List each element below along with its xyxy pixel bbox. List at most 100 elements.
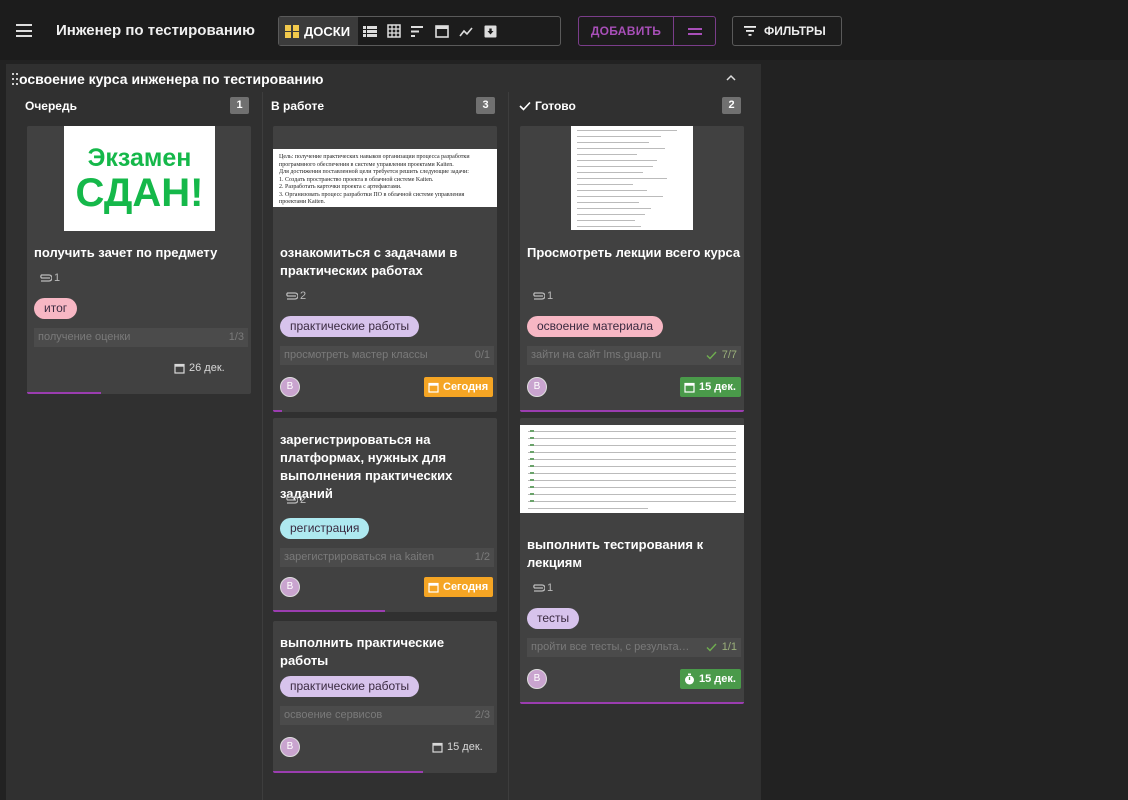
view-calendar-button[interactable] [430, 17, 454, 45]
cover-text: Цель: получение практических навыков орг… [279, 154, 470, 160]
due-date-text: Сегодня [443, 581, 489, 593]
board: освоение курса инженера по тестированию … [6, 64, 761, 800]
checklist-count: 1/3 [228, 331, 244, 343]
card-tag[interactable]: итог [34, 298, 78, 319]
checklist[interactable]: просмотреть мастер классы 0/1 [280, 346, 494, 365]
attachments-count: 1 [54, 272, 61, 284]
calendar-icon [684, 382, 695, 393]
card[interactable]: Цель: получение практических навыков орг… [273, 126, 497, 412]
table-icon [387, 24, 401, 38]
card-title: выполнить тестирования к лекциям [527, 537, 704, 570]
attachments: 1 [531, 290, 553, 302]
view-table-button[interactable] [382, 17, 406, 45]
card-title: ознакомиться с задачами в практических р… [280, 245, 458, 278]
due-date[interactable]: 15 дек. [428, 737, 488, 757]
view-list-button[interactable] [358, 17, 382, 45]
card[interactable]: Экзамен СДАН! получить зачет по предмету… [27, 126, 251, 394]
cover-text: СДАН! [75, 170, 204, 215]
checklist-name: пройти все тесты, с результатом выше 80% [531, 641, 691, 653]
cover-text: 2. Разработать карточки проекта с артефа… [279, 184, 402, 190]
card-cover [520, 126, 744, 236]
card-tag[interactable]: практические работы [280, 676, 420, 697]
card[interactable]: Просмотреть лекции всего курса 1 освоени… [520, 126, 744, 412]
view-archive-button[interactable] [478, 17, 502, 45]
checklist[interactable]: освоение сервисов 2/3 [280, 706, 494, 725]
view-boards-button[interactable]: ДОСКИ [279, 17, 359, 45]
avatar[interactable]: В [527, 377, 547, 397]
chart-line-icon [459, 26, 473, 36]
avatar[interactable]: В [280, 377, 300, 397]
due-date-badge[interactable]: 15 дек. [680, 377, 741, 397]
list-icon [363, 25, 378, 37]
cover-image: Цель: получение практических навыков орг… [273, 149, 497, 207]
attachments-count: 2 [300, 290, 307, 302]
top-bar: Инженер по тестированию ДОСКИ ДОБАВИТЬ Ф… [0, 0, 1128, 60]
add-menu-button[interactable] [674, 17, 715, 45]
checklist[interactable]: зарегистрироваться на kaiten 1/2 [280, 548, 494, 567]
cover-image [571, 126, 693, 230]
column-count: 2 [722, 97, 741, 114]
calendar-icon [428, 382, 439, 393]
card-progress-bar [273, 410, 282, 412]
filters-button[interactable]: ФИЛЬТРЫ [732, 16, 842, 46]
attachments: 2 [284, 290, 306, 302]
column-header-done[interactable]: Готово [519, 99, 576, 113]
paperclip-icon [533, 584, 545, 592]
checklist-name: освоение сервисов [284, 709, 383, 721]
card[interactable]: выполнить практические работы практическ… [273, 621, 497, 773]
cover-text: проектами Kaiten. [279, 199, 326, 205]
card[interactable]: выполнить тестирования к лекциям 1 тесты… [520, 418, 744, 704]
avatar[interactable]: В [527, 669, 547, 689]
attachments-count: 1 [547, 290, 554, 302]
checklist[interactable]: пройти все тесты, с результатом выше 80%… [527, 638, 741, 657]
column-title: Готово [535, 99, 576, 113]
checklist-count: 1/1 [721, 641, 737, 653]
card-cover [520, 418, 744, 528]
calendar-icon [428, 582, 439, 593]
avatar[interactable]: В [280, 737, 300, 757]
card-cover: Экзамен СДАН! [27, 126, 251, 236]
column-title: В работе [271, 99, 324, 113]
card[interactable]: зарегистрироваться на платформах, нужных… [273, 418, 497, 612]
checklist-count: 2/3 [474, 709, 490, 721]
card-progress-bar [520, 410, 744, 412]
view-switcher: ДОСКИ [278, 16, 561, 46]
view-report-button[interactable] [454, 17, 478, 45]
timeline-icon [411, 25, 424, 37]
menu-icon[interactable] [16, 24, 32, 37]
check-icon [706, 643, 717, 652]
checklist-name: просмотреть мастер классы [284, 349, 428, 361]
drag-handle-icon[interactable] [12, 73, 18, 85]
card-tag[interactable]: практические работы [280, 316, 420, 337]
cover-text: Для достижения поставленной цели требует… [279, 169, 469, 175]
due-date[interactable]: 26 дек. [170, 358, 230, 378]
column-header-in-progress[interactable]: В работе [271, 99, 324, 113]
board-title: освоение курса инженера по тестированию [19, 71, 324, 87]
checklist-count: 7/7 [721, 349, 737, 361]
cover-text: 3. Организовать процесс разработки ПО в … [279, 191, 465, 198]
add-button[interactable]: ДОБАВИТЬ [579, 17, 674, 45]
checklist[interactable]: зайти на сайт lms.guap.ru 7/7 [527, 346, 741, 365]
checklist[interactable]: получение оценки 1/3 [34, 328, 248, 347]
column-title: Очередь [25, 99, 77, 113]
column-divider [508, 92, 509, 800]
column-header-queue[interactable]: Очередь [25, 99, 77, 113]
due-date-badge[interactable]: 15 дек. [680, 669, 741, 689]
card-tag[interactable]: тесты [527, 608, 580, 629]
due-date-text: 15 дек. [447, 741, 483, 753]
checklist-name: зайти на сайт lms.guap.ru [531, 349, 662, 361]
card-tag[interactable]: регистрация [280, 518, 370, 539]
chevron-up-icon[interactable] [726, 74, 736, 81]
attachments-count: 1 [547, 582, 554, 594]
card-title: зарегистрироваться на платформах, нужных… [280, 432, 453, 501]
due-date-badge[interactable]: Сегодня [424, 577, 494, 597]
checklist-count: 1/2 [474, 551, 490, 563]
calendar-icon [174, 363, 185, 374]
view-timeline-button[interactable] [406, 17, 430, 45]
due-date-text: Сегодня [443, 381, 489, 393]
card-tag[interactable]: освоение материала [527, 316, 664, 337]
avatar[interactable]: В [280, 577, 300, 597]
column-count: 1 [230, 97, 249, 114]
due-date-badge[interactable]: Сегодня [424, 377, 494, 397]
attachments-count: 2 [300, 494, 307, 506]
